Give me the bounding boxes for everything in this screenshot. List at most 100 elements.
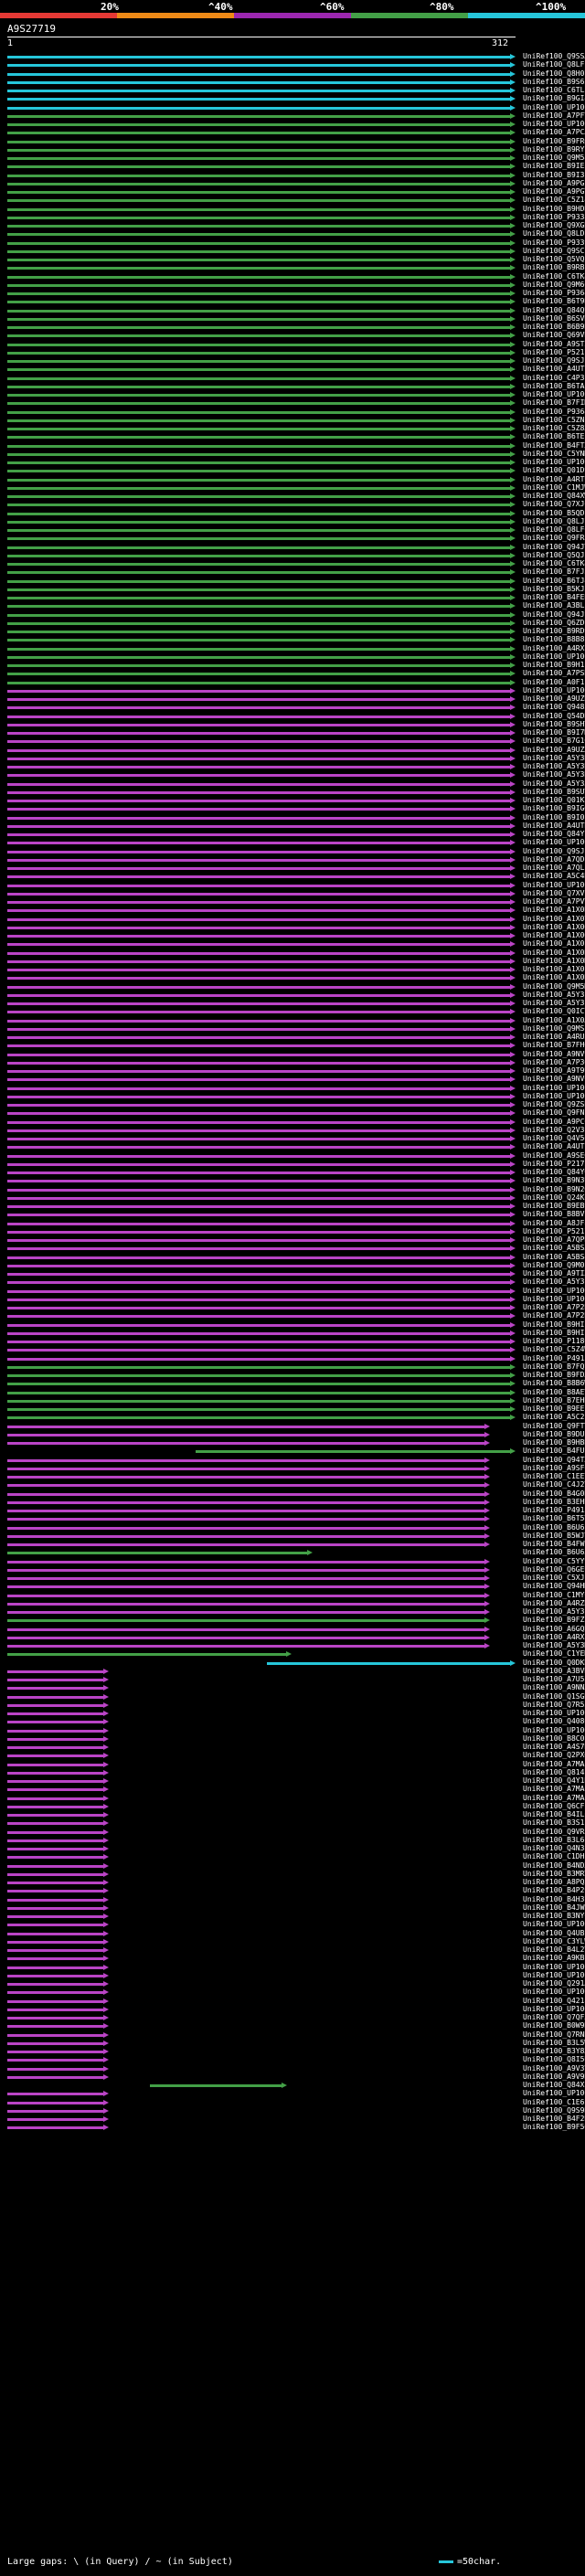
hit-row[interactable]: UniRef100_P93642 — [0, 289, 585, 298]
hit-label[interactable]: UniRef100_B9HDH4 — [523, 205, 585, 213]
hit-label[interactable]: UniRef100_B3Y8X9 — [523, 2047, 585, 2055]
hit-row[interactable]: UniRef100_B9IE59 — [0, 162, 585, 171]
hit-row[interactable]: UniRef100_C1DHL3 — [0, 1852, 585, 1861]
hit-row[interactable]: UniRef100_Q6CFB2 — [0, 1802, 585, 1811]
hit-row[interactable]: UniRef100_Q9S9N6 — [0, 2106, 585, 2115]
hit-row[interactable]: UniRef100_Q94JT2 — [0, 543, 585, 552]
hit-label[interactable]: UniRef100_Q9SCZ4 — [523, 247, 585, 255]
hit-row[interactable]: UniRef100_Q94838 — [0, 703, 585, 712]
hit-label[interactable]: UniRef100_A6GQR6 — [523, 1625, 585, 1633]
hit-row[interactable]: UniRef100_B4FEN0 — [0, 593, 585, 602]
hit-row[interactable]: UniRef100_A9PC05 — [0, 1118, 585, 1127]
hit-label[interactable]: UniRef100_A5Y3K2 — [523, 762, 585, 770]
hit-label[interactable]: UniRef100_B4F2H9 — [523, 2115, 585, 2123]
hit-label[interactable]: UniRef100_Q9FNL1 — [523, 1108, 585, 1117]
hit-label[interactable]: UniRef100_Q9SJ25 — [523, 356, 585, 365]
hit-row[interactable]: UniRef100_B9SUT7 — [0, 788, 585, 797]
hit-row[interactable]: UniRef100_B7FIM2 — [0, 398, 585, 408]
hit-row[interactable]: UniRef100_C1MY04 — [0, 1591, 585, 1600]
hit-label[interactable]: UniRef100_A7MAZ9 — [523, 1794, 585, 1802]
hit-row[interactable]: UniRef100_B9DUL4 — [0, 1430, 585, 1439]
hit-label[interactable]: UniRef100_C1EEY2 — [523, 1472, 585, 1480]
hit-label[interactable]: UniRef100_Q9M585 — [523, 154, 585, 162]
hit-row[interactable]: UniRef100_Q84XW3 — [0, 492, 585, 501]
hit-label[interactable]: UniRef100_B6B9N0 — [523, 323, 585, 331]
hit-row[interactable]: UniRef100_Q9M585 — [0, 154, 585, 163]
hit-label[interactable]: UniRef100_A9NV05 — [523, 1075, 585, 1083]
hit-row[interactable]: UniRef100_A5BS49 — [0, 1253, 585, 1262]
hit-label[interactable]: UniRef100_A9ST33 — [523, 340, 585, 348]
hit-label[interactable]: UniRef100_B9DUL4 — [523, 1430, 585, 1438]
hit-label[interactable]: UniRef100_B9EB94 — [523, 1202, 585, 1210]
hit-row[interactable]: UniRef100_Q84XB7 — [0, 2081, 585, 2090]
hit-row[interactable]: UniRef100_Q94JS6 — [0, 610, 585, 620]
hit-label[interactable]: UniRef100_B6U6L3 — [523, 1523, 585, 1532]
hit-label[interactable]: UniRef100_Q8LJ79 — [523, 517, 585, 525]
hit-row[interactable]: UniRef100_B9I0B8 — [0, 813, 585, 822]
hit-row[interactable]: UniRef100_B7FQ79 — [0, 1362, 585, 1372]
hit-row[interactable]: UniRef100_P52178 — [0, 348, 585, 357]
hit-label[interactable]: UniRef100_B9I7M3 — [523, 728, 585, 737]
hit-label[interactable]: UniRef100_B9RD98 — [523, 627, 585, 635]
hit-label[interactable]: UniRef100_Q94JT2 — [523, 543, 585, 551]
hit-label[interactable]: UniRef100_Q2PXG0 — [523, 1751, 585, 1759]
hit-row[interactable]: UniRef100_Q9SCZ4 — [0, 247, 585, 256]
hit-label[interactable]: UniRef100_B7EHD5 — [523, 1396, 585, 1405]
hit-label[interactable]: UniRef100_B8C012 — [523, 1734, 585, 1743]
hit-label[interactable]: UniRef100_A5C4N4 — [523, 872, 585, 880]
hit-label[interactable]: UniRef100_A3BLB0 — [523, 601, 585, 610]
hit-label[interactable]: UniRef100_UP1000... — [523, 2005, 585, 2013]
hit-row[interactable]: UniRef100_Q84Y17 — [0, 830, 585, 839]
hit-label[interactable]: UniRef100_Q6ZDC3 — [523, 619, 585, 627]
hit-label[interactable]: UniRef100_B8BVI8 — [523, 1210, 585, 1218]
hit-label[interactable]: UniRef100_P49133 — [523, 1506, 585, 1514]
hit-row[interactable]: UniRef100_Q7XJ66 — [0, 500, 585, 509]
hit-label[interactable]: UniRef100_C6TK46 — [523, 559, 585, 567]
hit-row[interactable]: UniRef100_A5Y3K7 — [0, 754, 585, 763]
hit-row[interactable]: UniRef100_B7EHD5 — [0, 1396, 585, 1405]
hit-row[interactable]: UniRef100_Q42189 — [0, 1997, 585, 2006]
hit-row[interactable]: UniRef100_A7PSH6 — [0, 669, 585, 678]
hit-label[interactable]: UniRef100_C4P317 — [523, 374, 585, 382]
hit-label[interactable]: UniRef100_UP1000... — [523, 1084, 585, 1092]
hit-label[interactable]: UniRef100_A4UTS3 — [523, 365, 585, 373]
hit-label[interactable]: UniRef100_Q24K63 — [523, 1193, 585, 1202]
hit-row[interactable]: UniRef100_B4G0N7 — [0, 1489, 585, 1499]
hit-row[interactable]: UniRef100_B9FZF1 — [0, 1616, 585, 1625]
hit-label[interactable]: UniRef100_A0F1Z8 — [523, 678, 585, 686]
hit-row[interactable]: UniRef100_C5Z4W2 — [0, 1345, 585, 1354]
hit-label[interactable]: UniRef100_A7PFT1 — [523, 111, 585, 120]
hit-row[interactable]: UniRef100_B3EHH4 — [0, 1498, 585, 1507]
hit-row[interactable]: UniRef100_A8JF84 — [0, 1219, 585, 1228]
hit-row[interactable]: UniRef100_Q9ZSR7 — [0, 1100, 585, 1109]
hit-row[interactable]: UniRef100_C1E6S5 — [0, 2098, 585, 2107]
hit-label[interactable]: UniRef100_UP1000... — [523, 2089, 585, 2097]
hit-row[interactable]: UniRef100_B6B9N0 — [0, 323, 585, 332]
hit-row[interactable]: UniRef100_B9I7M3 — [0, 728, 585, 737]
hit-label[interactable]: UniRef100_Q40800 — [523, 1717, 585, 1725]
hit-label[interactable]: UniRef100_Q01D95 — [523, 466, 585, 474]
hit-row[interactable]: UniRef100_A1X0N4 — [0, 949, 585, 958]
hit-row[interactable]: UniRef100_Q7QFX0 — [0, 2013, 585, 2022]
hit-label[interactable]: UniRef100_B5KJ59 — [523, 585, 585, 593]
hit-label[interactable]: UniRef100_A9KB11 — [523, 1954, 585, 1962]
hit-label[interactable]: UniRef100_A5C2P4 — [523, 1413, 585, 1421]
hit-label[interactable]: UniRef100_Q9SSA0 — [523, 52, 585, 60]
hit-label[interactable]: UniRef100_A1X0L2 — [523, 965, 585, 973]
hit-row[interactable]: UniRef100_A6GQR6 — [0, 1625, 585, 1634]
hit-label[interactable]: UniRef100_B3MRT6 — [523, 1870, 585, 1878]
hit-row[interactable]: UniRef100_P49131 — [0, 1354, 585, 1363]
hit-label[interactable]: UniRef100_B9F5Q6 — [523, 2123, 585, 2131]
hit-label[interactable]: UniRef100_UP1000... — [523, 838, 585, 846]
hit-row[interactable]: UniRef100_UP1000... — [0, 1726, 585, 1735]
hit-label[interactable]: UniRef100_UP1000... — [523, 1971, 585, 1979]
hit-row[interactable]: UniRef100_Q9SJ25 — [0, 356, 585, 366]
hit-label[interactable]: UniRef100_Q0ICY4 — [523, 1007, 585, 1015]
hit-row[interactable]: UniRef100_UP1000... — [0, 1092, 585, 1101]
hit-label[interactable]: UniRef100_A4RTU5 — [523, 475, 585, 483]
hit-row[interactable]: UniRef100_P93390 — [0, 239, 585, 248]
hit-row[interactable]: UniRef100_UP1000... — [0, 458, 585, 467]
hit-row[interactable]: UniRef100_B9RD98 — [0, 627, 585, 636]
hit-label[interactable]: UniRef100_A5Y3K0 — [523, 770, 585, 779]
hit-row[interactable]: UniRef100_A4RZD6 — [0, 1599, 585, 1608]
